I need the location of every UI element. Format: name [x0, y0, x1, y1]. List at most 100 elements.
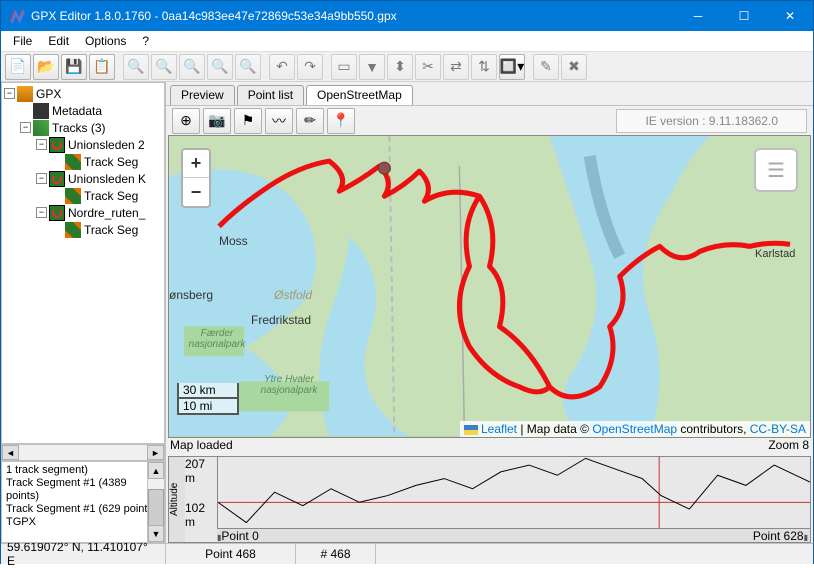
toggle-icon[interactable]: − [36, 173, 47, 184]
log-panel: 1 track segment) Track Segment #1 (4389 … [1, 461, 165, 543]
map-attribution: Leaflet | Map data © OpenStreetMap contr… [460, 421, 810, 437]
tree-tracks[interactable]: −Tracks (3) [4, 119, 162, 136]
zoom-in-button[interactable]: + [183, 150, 209, 178]
tool-button-5[interactable]: ⇅ [471, 54, 497, 80]
tree-track-2[interactable]: −Unionsleden K [4, 170, 162, 187]
tool-button-4[interactable]: ⇄ [443, 54, 469, 80]
filter-button[interactable]: ▼ [359, 54, 385, 80]
map-toolbar: ⊕ 📷 ⚑ 〰 ✏ 📍 IE version : 9.11.18362.0 [166, 105, 813, 135]
scroll-down-icon[interactable]: ▼ [148, 525, 164, 542]
scroll-thumb[interactable] [148, 489, 164, 529]
toggle-icon[interactable]: − [20, 122, 31, 133]
log-line: Track Segment #1 (629 points) [6, 503, 160, 516]
scroll-right-icon[interactable]: ► [147, 445, 164, 460]
marker-button[interactable]: 📍 [327, 108, 355, 134]
tree-segment[interactable]: Track Seg [4, 221, 162, 238]
gpx-icon [17, 86, 33, 102]
tree-hscroll[interactable]: ◄► [1, 444, 165, 461]
zoom-button-4[interactable]: 🔍 [207, 54, 233, 80]
saveas-button[interactable]: 📋 [89, 54, 115, 80]
tab-bar: Preview Point list OpenStreetMap [166, 82, 813, 105]
target-button[interactable]: ⊕ [172, 108, 200, 134]
maximize-button[interactable]: ☐ [721, 1, 767, 31]
menubar: File Edit Options ? [1, 31, 813, 52]
close-button[interactable]: ✕ [767, 1, 813, 31]
minimize-button[interactable]: ─ [675, 1, 721, 31]
leaflet-link[interactable]: Leaflet [481, 422, 517, 436]
statusbar: 59.619072° N, 11.410107° E Point 468 # 4… [1, 543, 813, 564]
undo-button[interactable]: ↶ [269, 54, 295, 80]
place-label: Færder nasjonalpark [187, 328, 247, 350]
zoom-control: + − [181, 148, 211, 208]
elevation-chart[interactable] [217, 457, 810, 529]
save-button[interactable]: 💾 [61, 54, 87, 80]
tool-button-3[interactable]: ✂ [415, 54, 441, 80]
draw-button[interactable]: ✏ [296, 108, 324, 134]
segment-icon [65, 222, 81, 238]
tab-preview[interactable]: Preview [170, 85, 235, 105]
camera-button[interactable]: 📷 [203, 108, 231, 134]
tree-track-1[interactable]: −Unionsleden 2 [4, 136, 162, 153]
tree-segment[interactable]: Track Seg [4, 153, 162, 170]
zoom-button-5[interactable]: 🔍 [235, 54, 261, 80]
tool-button-6[interactable]: 🔲▾ [499, 54, 525, 80]
elevation-ylabel: Altitude [169, 457, 185, 542]
toggle-icon[interactable]: − [4, 88, 15, 99]
tool-button-7[interactable]: ✎ [533, 54, 559, 80]
menu-options[interactable]: Options [77, 32, 134, 50]
menu-help[interactable]: ? [134, 32, 157, 50]
place-label: Moss [219, 234, 248, 248]
zoom-button-3[interactable]: 🔍 [179, 54, 205, 80]
elevation-yaxis: 207 m 102 m [185, 457, 217, 542]
place-label: ønsberg [169, 288, 213, 302]
toggle-icon[interactable]: − [36, 139, 47, 150]
app-icon [9, 8, 25, 24]
tree-view[interactable]: −GPX Metadata −Tracks (3) −Unionsleden 2… [1, 82, 165, 444]
menu-file[interactable]: File [5, 32, 40, 50]
map-status-zoom: Zoom 8 [768, 438, 809, 454]
metadata-icon [33, 103, 49, 119]
flag-button[interactable]: ⚑ [234, 108, 262, 134]
osm-link[interactable]: OpenStreetMap [592, 422, 677, 436]
zoom-button-1[interactable]: 🔍 [123, 54, 149, 80]
new-button[interactable]: 📄 [5, 54, 31, 80]
tab-openstreetmap[interactable]: OpenStreetMap [306, 85, 413, 105]
tree-segment[interactable]: Track Seg [4, 187, 162, 204]
redo-button[interactable]: ↷ [297, 54, 323, 80]
tree-track-3[interactable]: −Nordre_ruten_ [4, 204, 162, 221]
license-link[interactable]: CC-BY-SA [750, 422, 806, 436]
tracks-icon [33, 120, 49, 136]
menu-edit[interactable]: Edit [40, 32, 77, 50]
route-button[interactable]: 〰 [265, 108, 293, 134]
tab-pointlist[interactable]: Point list [237, 85, 304, 105]
tool-button-8[interactable]: ✖ [561, 54, 587, 80]
track-icon [49, 205, 65, 221]
segment-icon [65, 154, 81, 170]
left-pane: −GPX Metadata −Tracks (3) −Unionsleden 2… [1, 82, 166, 543]
log-line: 1 track segment) [6, 464, 160, 477]
elevation-panel[interactable]: Altitude 207 m 102 m Point 0Point 628 [168, 456, 811, 543]
zoom-button-2[interactable]: 🔍 [151, 54, 177, 80]
right-pane: Preview Point list OpenStreetMap ⊕ 📷 ⚑ 〰… [166, 82, 813, 543]
tool-button-1[interactable]: ▭ [331, 54, 357, 80]
place-label: Ytre Hvaler nasjonalpark [239, 374, 339, 396]
scroll-left-icon[interactable]: ◄ [2, 445, 19, 460]
place-label: Karlstad [755, 248, 795, 260]
log-line: Track Segment #1 (4389 points) [6, 477, 160, 503]
zoom-out-button[interactable]: − [183, 178, 209, 206]
tree-root[interactable]: −GPX [4, 85, 162, 102]
elevation-xaxis: Point 0Point 628 [217, 529, 810, 542]
scroll-up-icon[interactable]: ▲ [148, 462, 164, 479]
tree-metadata[interactable]: Metadata [4, 102, 162, 119]
map-status-left: Map loaded [170, 438, 233, 454]
layers-button[interactable]: ☰ [754, 148, 798, 192]
toggle-icon[interactable]: − [36, 207, 47, 218]
status-point: Point 468 [166, 544, 296, 564]
log-vscroll[interactable]: ▲▼ [147, 462, 164, 542]
open-button[interactable]: 📂 [33, 54, 59, 80]
map-view[interactable]: Moss Østfold Fredrikstad ønsberg Karlsta… [168, 135, 811, 438]
tool-button-2[interactable]: ⬍ [387, 54, 413, 80]
titlebar: GPX Editor 1.8.0.1760 - 0aa14c983ee47e72… [1, 1, 813, 31]
status-coords: 59.619072° N, 11.410107° E [1, 544, 166, 564]
main-toolbar: 📄 📂 💾 📋 🔍 🔍 🔍 🔍 🔍 ↶ ↷ ▭ ▼ ⬍ ✂ ⇄ ⇅ 🔲▾ ✎ ✖ [1, 52, 813, 82]
